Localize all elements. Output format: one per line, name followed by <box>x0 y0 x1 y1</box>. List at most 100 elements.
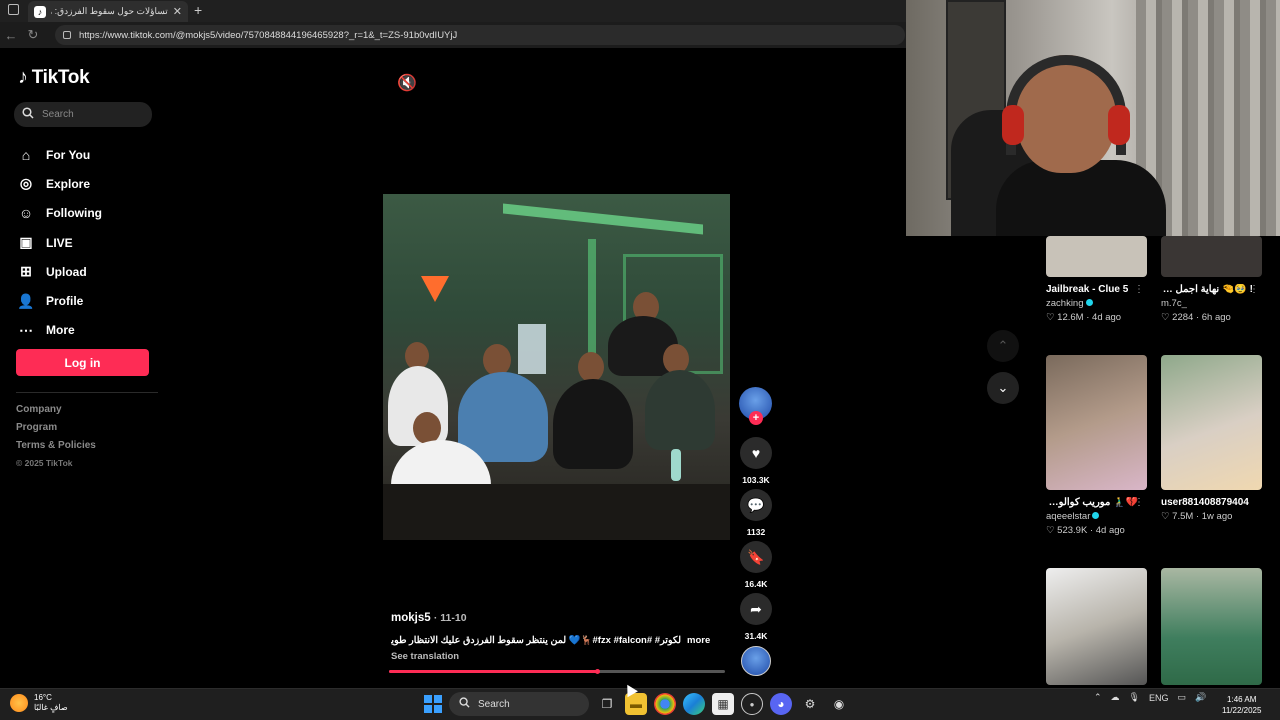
feed-user[interactable]: user881408879404 <box>1161 497 1261 508</box>
tiktok-logo[interactable]: ♪ TikTok <box>18 66 90 89</box>
feed-card[interactable]: Jailbreak - Clue 5 ⋮ zachking ♡ 12.6M · 4… <box>1046 236 1156 323</box>
feed-card[interactable]: ! 🥹🤏 نهاية اجمل فترة كلام ابو عبير و راي… <box>1161 236 1271 323</box>
sidebar-item-following[interactable]: ☺ Following <box>18 199 102 228</box>
video-progress-bar[interactable] <box>389 669 725 674</box>
feed-card[interactable]: user881408879404 ♡ 7.5M · 1w ago <box>1161 355 1271 522</box>
language-indicator[interactable]: ENG <box>1149 693 1169 703</box>
sound-avatar[interactable] <box>741 646 771 676</box>
discord-icon[interactable]: ◕ <box>770 693 792 715</box>
url-field[interactable]: https://www.tiktok.com/@mokjs5/video/757… <box>55 25 905 45</box>
heart-outline-icon: ♡ <box>1046 312 1055 323</box>
like-action[interactable]: ♥ 103.3K <box>739 437 773 485</box>
comment-icon[interactable]: 💬 <box>740 489 772 521</box>
bookmark-icon[interactable]: 🔖 <box>740 541 772 573</box>
feed-thumbnail[interactable] <box>1161 236 1262 277</box>
back-icon[interactable]: ← <box>0 28 22 43</box>
caption-text: لكوتر# #fzx #falcon#🦌💙 لمن ينتظر سقوط ال… <box>391 635 681 646</box>
follow-plus-icon[interactable]: + <box>749 411 763 425</box>
compass-icon: ◎ <box>19 175 33 192</box>
feed-user[interactable]: aqeeelstar <box>1046 511 1090 522</box>
chevron-up-icon: ⌃ <box>997 338 1009 353</box>
comment-action[interactable]: 💬 1132 <box>739 489 773 537</box>
chevron-up-icon[interactable]: ⌃ <box>1094 692 1102 703</box>
feed-card[interactable] <box>1046 568 1156 685</box>
author-name[interactable]: mokjs5 <box>391 612 431 624</box>
sidebar-item-explore[interactable]: ◎ Explore <box>18 169 102 198</box>
app-icon[interactable]: ● <box>741 693 763 715</box>
reload-icon[interactable]: ↻ <box>22 27 44 43</box>
feed-user[interactable]: m.7c_ <box>1161 298 1187 309</box>
headphones <box>1002 55 1130 155</box>
verified-badge-icon <box>1085 299 1093 306</box>
share-icon[interactable]: ➦ <box>740 593 772 625</box>
edge-icon[interactable] <box>683 693 705 715</box>
volume-icon[interactable]: 🔊 <box>1195 692 1206 703</box>
new-tab-icon[interactable]: + <box>194 2 202 18</box>
feed-title[interactable]: Jailbreak - Clue 5 <box>1046 284 1138 295</box>
network-icon[interactable]: ▭ <box>1178 692 1187 703</box>
previous-video-button[interactable]: ⌃ <box>987 330 1019 362</box>
sidebar-item-for-you[interactable]: ⌂ For You <box>18 140 102 169</box>
video-author-line: mokjs5 · 11-10 <box>391 612 467 624</box>
sidebar-item-upload[interactable]: ⊞ Upload <box>18 257 102 286</box>
window-menu-icon[interactable] <box>8 4 19 15</box>
next-video-button[interactable]: ⌄ <box>987 372 1019 404</box>
heart-icon[interactable]: ♥ <box>740 437 772 469</box>
feed-thumbnail[interactable] <box>1161 568 1262 685</box>
feed-thumbnail[interactable] <box>1046 236 1147 277</box>
video-progress-knob[interactable] <box>595 669 601 674</box>
see-translation-link[interactable]: See translation <box>391 651 731 662</box>
feed-age: 4d ago <box>1092 312 1122 323</box>
login-button[interactable]: Log in <box>16 349 149 376</box>
feed-card[interactable] <box>1161 568 1271 685</box>
system-tray: ⌃ ☁ 🎙 ENG ▭ 🔊 <box>1094 692 1206 703</box>
sidebar-item-more[interactable]: ⋯ More <box>18 316 102 345</box>
search-input[interactable]: Search <box>14 102 152 127</box>
share-action[interactable]: ➦ 31.4K <box>739 593 773 641</box>
live-icon: ▣ <box>19 234 33 251</box>
cloud-icon[interactable]: ☁ <box>1111 692 1120 703</box>
weather-widget[interactable]: 16°C صافٍ غالبًا <box>10 693 68 713</box>
caption-more-link[interactable]: more <box>687 635 710 646</box>
save-action[interactable]: 🔖 16.4K <box>739 541 773 589</box>
feed-card[interactable]: 💔🧎‍♂️ موريب كوالوش الرايسي_#عقيل...⋮ aqe… <box>1046 355 1156 536</box>
video-person <box>645 370 715 450</box>
more-options-icon[interactable]: ⋮ <box>1134 284 1144 295</box>
site-info-icon[interactable] <box>63 31 71 39</box>
feed-user[interactable]: zachking <box>1046 298 1084 309</box>
footer-link-company[interactable]: Company <box>16 404 96 422</box>
obs-icon[interactable]: ◉ <box>828 693 850 715</box>
more-options-icon[interactable]: ⋮ <box>1249 284 1259 295</box>
microphone-icon[interactable]: 🎙 <box>1129 692 1140 703</box>
sidebar-item-live[interactable]: ▣ LIVE <box>18 228 102 257</box>
video-player[interactable] <box>383 194 730 540</box>
windows-start-icon[interactable] <box>424 695 442 713</box>
windows-taskbar: 16°C صافٍ غالبًا Search ❐ ▬ ▦ ● ◕ ⚙ ◉ ⌃ ☁… <box>0 688 1280 720</box>
store-icon[interactable]: ▦ <box>712 693 734 715</box>
footer-link-program[interactable]: Program <box>16 422 96 440</box>
taskbar-search[interactable]: Search <box>449 692 589 716</box>
sidebar-item-label: More <box>46 323 75 338</box>
chrome-icon[interactable] <box>654 693 676 715</box>
footer-link-terms[interactable]: Terms & Policies <box>16 440 96 458</box>
close-tab-icon[interactable]: ✕ <box>173 5 182 18</box>
settings-gear-icon[interactable]: ⚙ <box>799 693 821 715</box>
mute-icon[interactable]: 🔇 <box>397 73 417 93</box>
feed-title[interactable]: 💔🧎‍♂️ موريب كوالوش الرايسي_#عقيل... <box>1046 497 1138 508</box>
video-caption: لكوتر# #fzx #falcon#🦌💙 لمن ينتظر سقوط ال… <box>391 635 731 646</box>
more-options-icon[interactable]: ⋮ <box>1134 497 1144 508</box>
browser-tab[interactable]: ♪ تساؤلات حول سقوط الفرزدق: هل ... ✕ <box>28 1 188 22</box>
feed-thumbnail[interactable] <box>1046 568 1147 685</box>
sidebar-item-label: Explore <box>46 176 91 191</box>
task-view-icon[interactable]: ❐ <box>596 693 618 715</box>
feed-likes: 523.9K <box>1057 525 1088 536</box>
taskbar-clock[interactable]: 1:46 AM 11/22/2025 <box>1222 694 1261 716</box>
author-avatar[interactable]: + <box>739 387 772 425</box>
feed-title[interactable]: ! 🥹🤏 نهاية اجمل فترة كلام ابو عبير و راي… <box>1161 284 1253 295</box>
feed-thumbnail[interactable] <box>1046 355 1147 490</box>
sidebar-item-profile[interactable]: 👤 Profile <box>17 286 102 315</box>
feed-thumbnail[interactable] <box>1161 355 1262 490</box>
heart-outline-icon: ♡ <box>1161 312 1170 323</box>
video-progress-fill <box>389 670 598 673</box>
tiktok-note-icon: ♪ <box>18 66 28 88</box>
